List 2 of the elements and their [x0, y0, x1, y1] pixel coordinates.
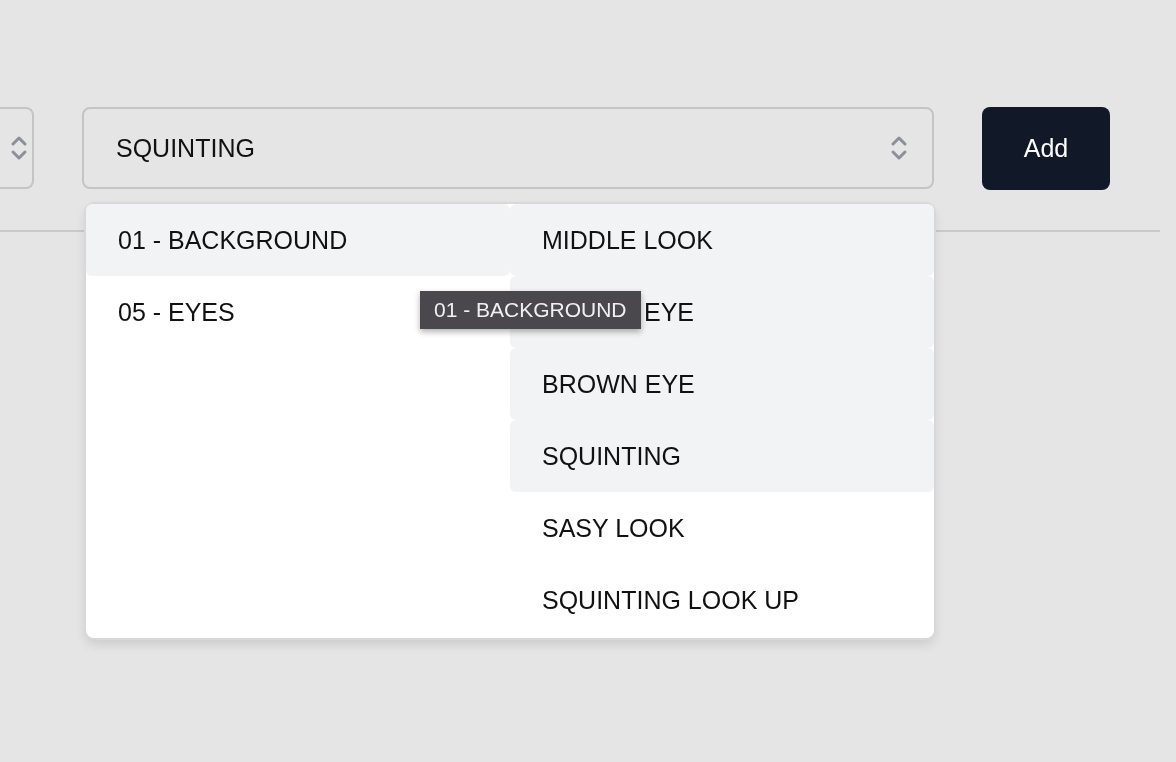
- select-value: SQUINTING: [116, 133, 255, 163]
- tooltip: 01 - BACKGROUND: [420, 291, 641, 329]
